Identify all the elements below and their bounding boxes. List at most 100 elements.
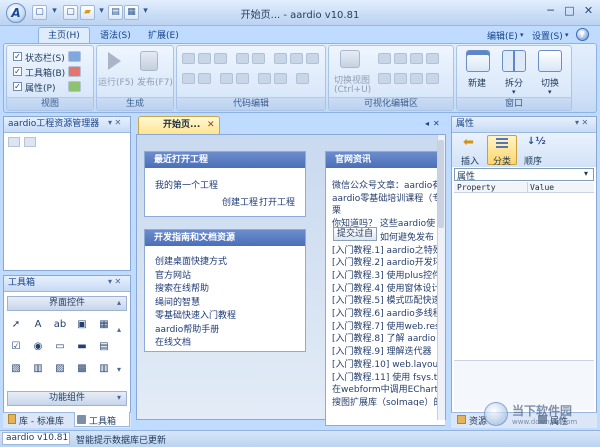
- publish-button[interactable]: 发布(F7): [137, 75, 173, 88]
- minimize-icon[interactable]: ─: [542, 4, 559, 19]
- news-item[interactable]: 如何避免发布: [380, 230, 437, 241]
- panel-layout-icon[interactable]: [68, 51, 81, 62]
- run-button[interactable]: 运行(F5): [98, 75, 134, 88]
- toolbox-tool[interactable]: ▥: [30, 361, 46, 377]
- indent-icon[interactable]: [236, 53, 249, 64]
- news-item[interactable]: 栗: [332, 203, 437, 214]
- news-item[interactable]: [入门教程.5] 模式匹配快速: [332, 293, 437, 304]
- split-window-icon[interactable]: [502, 50, 526, 72]
- news-item[interactable]: [入门教程.2] aardio开发环: [332, 255, 437, 266]
- close-icon[interactable]: ✕: [580, 4, 597, 19]
- doc-scroll-left-icon[interactable]: ◂: [425, 119, 429, 128]
- guide-link[interactable]: aardio帮助手册: [155, 322, 219, 335]
- toolbox-pane-controls[interactable]: ▾ ✕: [108, 277, 121, 286]
- toolbox-tool[interactable]: ▨: [52, 361, 68, 377]
- toolbox-tool[interactable]: ▧: [8, 361, 24, 377]
- news-item[interactable]: 在webform中调用EChart: [332, 382, 437, 393]
- open-project-link[interactable]: 打开工程: [259, 195, 295, 208]
- news-item[interactable]: [入门教程.6] aardio多线程: [332, 306, 437, 317]
- submit-button[interactable]: 提交过自: [333, 227, 377, 241]
- cut-icon[interactable]: [182, 53, 195, 64]
- news-item[interactable]: 搜图扩展库（soImage）的: [332, 395, 437, 406]
- switch-view-icon[interactable]: [340, 50, 360, 68]
- toolbox-scroll-up-icon[interactable]: ▴: [117, 325, 121, 334]
- paste-icon[interactable]: [214, 53, 227, 64]
- fold-icon[interactable]: [296, 73, 309, 84]
- property-column-header[interactable]: Property: [457, 183, 496, 192]
- publish-icon[interactable]: [140, 51, 158, 71]
- doc-close-icon[interactable]: ✕: [433, 119, 440, 128]
- panel-options-icon[interactable]: [68, 81, 81, 92]
- news-item[interactable]: [入门教程.9] 理解迭代器: [332, 344, 437, 355]
- toolbox-tool[interactable]: ▦: [96, 317, 112, 333]
- sort-button[interactable]: 顺序: [524, 154, 542, 167]
- news-item[interactable]: [入门教程.1] aardio之特殊: [332, 243, 437, 254]
- guide-link[interactable]: 绳间的智慧: [155, 295, 200, 308]
- toolbox-tool[interactable]: ab: [52, 317, 68, 333]
- panel-reset-icon[interactable]: [68, 66, 81, 77]
- document-scrollbar-thumb[interactable]: [438, 140, 444, 228]
- center-form-icon[interactable]: [426, 73, 439, 84]
- outdent-icon[interactable]: [252, 53, 265, 64]
- align-left-icon[interactable]: [378, 53, 391, 64]
- same-width-icon[interactable]: [378, 73, 391, 84]
- redo-icon[interactable]: [198, 73, 211, 84]
- goto-icon[interactable]: [258, 73, 271, 84]
- toolbox-tool[interactable]: ▬: [74, 339, 90, 355]
- guide-link[interactable]: 零基础快速入门教程: [155, 308, 236, 321]
- recent-project-link[interactable]: 我的第一个工程: [155, 178, 218, 191]
- new-window-icon[interactable]: [466, 50, 490, 72]
- insert-button[interactable]: 插入: [461, 154, 479, 167]
- switch-dropdown-icon[interactable]: ▾: [548, 88, 552, 96]
- menu-settings[interactable]: 设置(S): [532, 29, 563, 42]
- split-dropdown-icon[interactable]: ▾: [512, 88, 516, 96]
- guide-link[interactable]: 搜索在线帮助: [155, 281, 209, 294]
- tab-syntax[interactable]: 语法(S): [90, 27, 141, 44]
- toolbox-tool[interactable]: ☑: [8, 339, 24, 355]
- news-item[interactable]: [入门教程.3] 使用plus控件: [332, 268, 437, 279]
- comment-icon[interactable]: [274, 53, 287, 64]
- sort-icon[interactable]: ↓½: [527, 136, 546, 148]
- section-expand-icon[interactable]: ▾: [117, 393, 121, 402]
- project-refresh-icon[interactable]: [8, 137, 20, 147]
- column-divider[interactable]: [527, 182, 528, 193]
- align-right-icon[interactable]: [410, 53, 423, 64]
- category-button[interactable]: 分类: [493, 154, 511, 167]
- toolbox-tool[interactable]: A: [30, 317, 46, 333]
- format-icon[interactable]: [306, 53, 319, 64]
- toolbox-tool[interactable]: ▥: [96, 361, 112, 377]
- switch-window-icon[interactable]: [538, 50, 562, 72]
- align-top-icon[interactable]: [426, 53, 439, 64]
- toolbox-tool[interactable]: ➚: [8, 317, 24, 333]
- toolbox-scroll-down-icon[interactable]: ▾: [117, 365, 121, 374]
- toolbox-section-functions[interactable]: 功能组件: [7, 391, 127, 406]
- news-item[interactable]: [入门教程.8] 了解 aardio: [332, 331, 437, 342]
- toolbox-tool[interactable]: ▤: [96, 339, 112, 355]
- toolbox-checkbox[interactable]: ✓: [13, 67, 22, 76]
- replace-icon[interactable]: [236, 73, 249, 84]
- news-item[interactable]: [入门教程.10] web.layout: [332, 357, 437, 368]
- find-icon[interactable]: [220, 73, 233, 84]
- news-item[interactable]: 你知道吗？ 这些aardio使: [332, 216, 437, 227]
- tab-home[interactable]: 主页(H): [38, 27, 90, 44]
- tab-extensions[interactable]: 扩展(E): [138, 27, 189, 44]
- toolbox-tool[interactable]: ▭: [52, 339, 68, 355]
- maximize-icon[interactable]: □: [561, 4, 578, 19]
- news-item[interactable]: aardio零基础培训课程（专: [332, 191, 437, 202]
- section-collapse-icon[interactable]: ▴: [117, 298, 121, 307]
- guide-link[interactable]: 在线文档: [155, 335, 191, 348]
- bookmark-icon[interactable]: [274, 73, 287, 84]
- value-column-header[interactable]: Value: [530, 183, 554, 192]
- create-project-link[interactable]: 创建工程: [222, 195, 258, 208]
- project-pane-controls[interactable]: ▾ ✕: [108, 118, 121, 127]
- toolbox-tool[interactable]: ▩: [74, 361, 90, 377]
- guide-link[interactable]: 创建桌面快捷方式: [155, 254, 227, 267]
- same-height-icon[interactable]: [394, 73, 407, 84]
- project-settings-icon[interactable]: [24, 137, 36, 147]
- properties-checkbox[interactable]: ✓: [13, 82, 22, 91]
- tab-toolbox[interactable]: 工具箱: [89, 414, 116, 427]
- menu-edit[interactable]: 编辑(E): [487, 29, 518, 42]
- news-item[interactable]: [入门教程.4] 使用窗体设计: [332, 281, 437, 292]
- news-item[interactable]: 微信公众号文章：aardio有: [332, 178, 437, 189]
- properties-pane-controls[interactable]: ▾ ✕: [575, 118, 588, 127]
